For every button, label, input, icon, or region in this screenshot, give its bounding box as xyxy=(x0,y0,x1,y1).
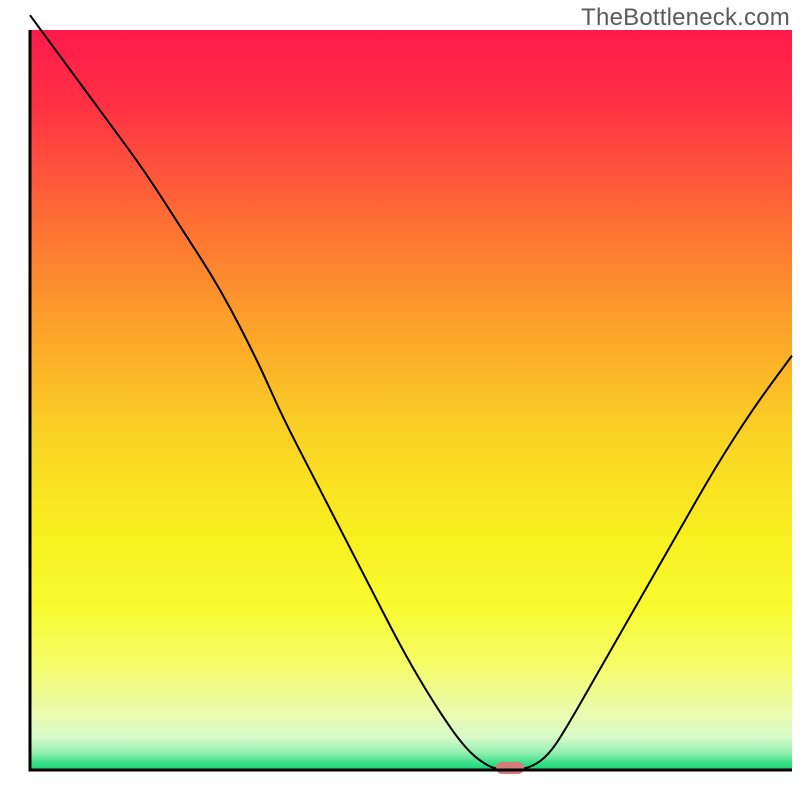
optimal-marker xyxy=(496,762,524,774)
plot-background xyxy=(30,30,792,770)
bottleneck-chart: TheBottleneck.com xyxy=(0,0,800,800)
watermark-label: TheBottleneck.com xyxy=(581,4,790,32)
chart-svg xyxy=(0,0,800,800)
